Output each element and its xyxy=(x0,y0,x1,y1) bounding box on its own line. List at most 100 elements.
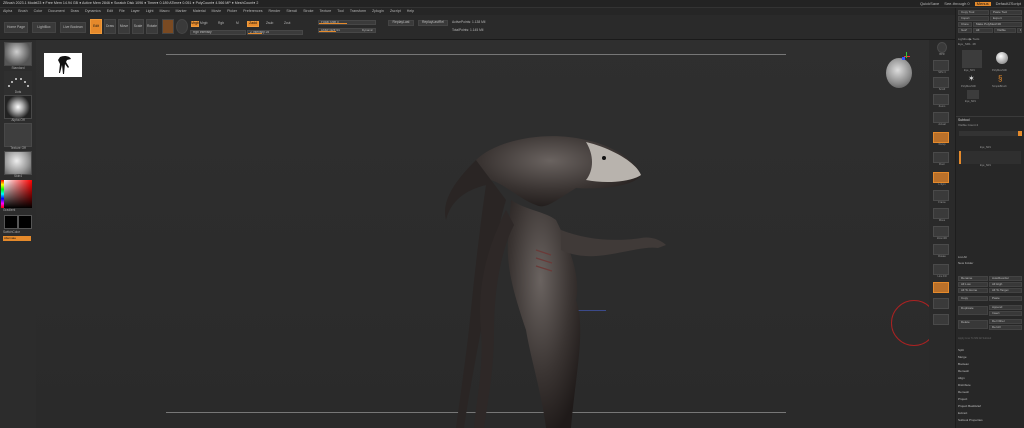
move-view-button[interactable] xyxy=(933,208,949,219)
duplicate-button[interactable]: Duplicate xyxy=(958,306,988,315)
all-to-home-button[interactable]: All To Home xyxy=(958,288,988,293)
menu-texture[interactable]: Texture xyxy=(320,9,332,14)
lsym-button[interactable] xyxy=(933,172,949,183)
zoom-button[interactable] xyxy=(933,94,949,105)
remesh-section[interactable]: Remesh xyxy=(958,370,969,373)
menu-marker[interactable]: Marker xyxy=(176,9,187,14)
subtool-toolbar-active[interactable] xyxy=(1018,131,1022,136)
paste-tool-button[interactable]: Paste Tool xyxy=(990,10,1022,15)
merge-section[interactable]: Merge xyxy=(958,356,967,359)
goz-button[interactable]: GoZ xyxy=(958,28,972,33)
default-zscript-button[interactable]: DefaultZScript xyxy=(996,1,1021,6)
menu-color[interactable]: Color xyxy=(34,9,43,14)
live-boolean-button[interactable]: Live Boolean xyxy=(60,22,86,33)
menu-preferences[interactable]: Preferences xyxy=(243,9,262,14)
color-picker[interactable] xyxy=(4,180,32,208)
delete-button[interactable]: Delete xyxy=(958,320,988,329)
material-swatch[interactable] xyxy=(162,19,174,34)
transp-button[interactable] xyxy=(933,298,949,309)
menu-document[interactable]: Document xyxy=(48,9,64,14)
all-high-button[interactable]: All High xyxy=(989,282,1022,287)
frame-button[interactable] xyxy=(933,190,949,201)
hue-strip[interactable] xyxy=(1,180,4,208)
subtool-item-name-2[interactable]: Eye_SR1 xyxy=(980,164,991,168)
simplebrush-icon[interactable]: § xyxy=(998,75,1006,83)
document-canvas[interactable] xyxy=(36,40,937,428)
project-basrelief-section[interactable]: Project BasRelief xyxy=(958,405,981,408)
menu-movie[interactable]: Movie xyxy=(212,9,222,14)
del-all-button[interactable]: Del All xyxy=(989,325,1022,330)
menu-transform[interactable]: Transform xyxy=(350,9,366,14)
all-low-button[interactable]: All Low xyxy=(958,282,988,287)
remesh-section-2[interactable]: Remesh xyxy=(958,391,969,394)
subtool-item-name[interactable]: Eye_SR1 xyxy=(980,146,991,150)
main-color-swatch[interactable] xyxy=(4,215,18,229)
goz-visible-button[interactable]: Visible xyxy=(994,28,1016,33)
see-through-slider[interactable]: See-through 0 xyxy=(944,1,969,6)
menu-macro[interactable]: Macro xyxy=(160,9,170,14)
tool-thumb-eye[interactable] xyxy=(962,50,982,68)
menus-button[interactable]: Menus xyxy=(974,1,991,6)
bpr-button[interactable] xyxy=(937,42,947,53)
rotate-button[interactable]: Rotate xyxy=(146,19,158,34)
tool-thumb-eye-2[interactable] xyxy=(967,90,979,99)
rgb-button[interactable]: Rgb xyxy=(218,21,224,25)
menu-render[interactable]: Render xyxy=(269,9,281,14)
new-folder-button[interactable]: New Folder xyxy=(958,262,973,265)
insert-button[interactable]: Insert xyxy=(989,311,1022,316)
list-all-button[interactable]: List All xyxy=(958,256,967,259)
navigation-head-gizmo[interactable] xyxy=(886,58,912,88)
boolean-section[interactable]: Boolean xyxy=(958,363,969,366)
menu-draw[interactable]: Draw xyxy=(71,9,79,14)
export-button[interactable]: Export xyxy=(990,16,1022,21)
all-to-target-button[interactable]: All To Target xyxy=(989,288,1022,293)
menu-dynamics[interactable]: Dynamics xyxy=(85,9,101,14)
subtool-item-row[interactable] xyxy=(959,151,1021,164)
m-button[interactable]: M xyxy=(236,21,239,25)
mrgb-button[interactable]: Mrgb xyxy=(191,21,199,27)
extract-section[interactable]: Extract xyxy=(958,412,967,415)
distribute-section[interactable]: Distribute xyxy=(958,384,971,387)
paste-subtool-button[interactable]: Paste xyxy=(989,296,1022,301)
brush-thumbnail[interactable] xyxy=(4,42,32,66)
clone-button[interactable]: Clone xyxy=(958,22,972,27)
texture-swatch[interactable] xyxy=(176,19,188,34)
scroll-button[interactable] xyxy=(933,77,949,88)
switch-color-button[interactable]: SwitchColor xyxy=(3,230,39,234)
actual-button[interactable] xyxy=(933,112,949,123)
axis-gizmo[interactable] xyxy=(902,52,910,60)
zcut-button[interactable]: Zcut xyxy=(284,21,290,25)
edit-button[interactable]: Edit xyxy=(90,19,102,34)
alternate-button[interactable]: Alternate xyxy=(3,236,31,241)
scale-button[interactable]: Scale xyxy=(132,19,144,34)
menu-zplugin[interactable]: Zplugin xyxy=(372,9,384,14)
star-icon[interactable]: ✶ xyxy=(968,75,976,83)
dynamic-toggle[interactable]: Dynamic xyxy=(362,29,373,32)
split-section[interactable]: Split xyxy=(958,349,964,352)
subtool-toolbar[interactable] xyxy=(959,131,1021,136)
focal-shift-slider[interactable]: Focal Shift 0 xyxy=(318,20,376,25)
menu-alpha[interactable]: Alpha xyxy=(3,9,12,14)
draw-button[interactable]: Draw xyxy=(104,19,116,34)
replay-last-rel-button[interactable]: ReplayLastRel xyxy=(418,20,448,26)
copy-tool-button[interactable]: Copy Tool xyxy=(958,10,989,15)
goz-all-button[interactable]: All xyxy=(973,28,993,33)
texture-thumbnail[interactable] xyxy=(4,123,32,147)
menu-edit[interactable]: Edit xyxy=(107,9,113,14)
subtool-properties-section[interactable]: Subtool Properties xyxy=(958,419,983,422)
rgb-intensity-slider[interactable]: Rgb Intensity xyxy=(190,30,246,35)
zoom3d-button[interactable] xyxy=(933,226,949,237)
z-intensity-slider[interactable]: Z Intensity 25 xyxy=(247,30,303,35)
menu-stroke[interactable]: Stroke xyxy=(303,9,313,14)
material-thumbnail[interactable] xyxy=(4,151,32,175)
zadd-button[interactable]: Zadd xyxy=(247,21,259,27)
menu-picker[interactable]: Picker xyxy=(227,9,237,14)
line-fill-button[interactable] xyxy=(933,264,949,275)
lightbox-button[interactable]: LightBox xyxy=(32,22,56,33)
align-section[interactable]: Align xyxy=(958,377,965,380)
rename-button[interactable]: Rename xyxy=(958,276,988,281)
floor-button[interactable] xyxy=(933,152,949,163)
zsub-button[interactable]: Zsub xyxy=(266,21,273,25)
make-polymesh-button[interactable]: Make PolyMesh3D xyxy=(973,22,1022,27)
menu-file[interactable]: File xyxy=(119,9,125,14)
